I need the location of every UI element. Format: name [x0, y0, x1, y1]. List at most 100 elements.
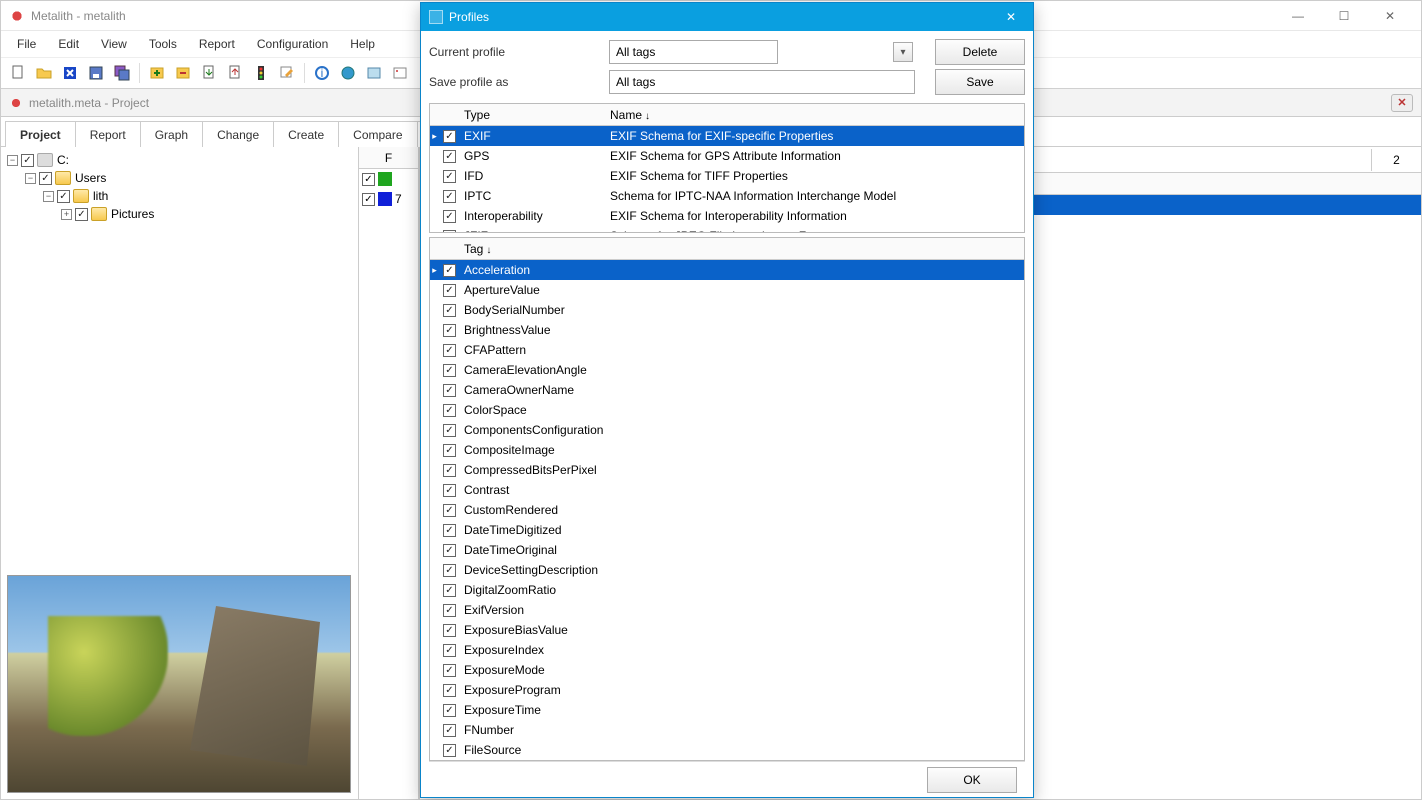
checkbox[interactable]: ✓ — [443, 684, 456, 697]
checkbox[interactable]: ✓ — [443, 724, 456, 737]
edit-icon[interactable] — [276, 62, 298, 84]
tag-row[interactable]: ✓Contrast — [430, 480, 1024, 500]
checkbox[interactable]: ✓ — [443, 664, 456, 677]
tag-row[interactable]: ✓ColorSpace — [430, 400, 1024, 420]
schema-row[interactable]: ✓IPTCSchema for IPTC-NAA Information Int… — [430, 186, 1024, 206]
close-project-icon[interactable] — [59, 62, 81, 84]
checkbox[interactable]: ✓ — [443, 484, 456, 497]
remove-icon[interactable] — [172, 62, 194, 84]
globe-icon[interactable] — [337, 62, 359, 84]
checkbox[interactable]: ✓ — [443, 264, 456, 277]
tag-row[interactable]: ✓ExposureProgram — [430, 680, 1024, 700]
folder-tree[interactable]: −✓C:−✓Users−✓lith+✓Pictures — [1, 147, 358, 547]
tag-row[interactable]: ✓CompositeImage — [430, 440, 1024, 460]
tag-row[interactable]: ✓DigitalZoomRatio — [430, 580, 1024, 600]
schema-grid[interactable]: Type Name↓ ▸✓EXIFEXIF Schema for EXIF-sp… — [429, 103, 1025, 233]
tag-row[interactable]: ✓CustomRendered — [430, 500, 1024, 520]
checkbox[interactable]: ✓ — [443, 170, 456, 183]
tree-node[interactable]: +✓Pictures — [7, 205, 352, 223]
tag-row[interactable]: ✓ExposureBiasValue — [430, 620, 1024, 640]
tag-header[interactable]: Tag↓ — [460, 242, 1024, 256]
file-row[interactable]: ✓7 — [359, 189, 418, 209]
checkbox[interactable]: ✓ — [443, 564, 456, 577]
menu-help[interactable]: Help — [340, 33, 385, 55]
tag-icon[interactable] — [389, 62, 411, 84]
traffic-icon[interactable] — [250, 62, 272, 84]
delete-button[interactable]: Delete — [935, 39, 1025, 65]
import-icon[interactable] — [198, 62, 220, 84]
tab-report[interactable]: Report — [75, 121, 141, 147]
checkbox[interactable]: ✓ — [443, 364, 456, 377]
schema-row[interactable]: ✓JFIFSchema for JPEG File Interchange Fo… — [430, 226, 1024, 232]
current-profile-select[interactable]: ▾ — [609, 40, 915, 64]
info-icon[interactable]: i — [311, 62, 333, 84]
tag-row[interactable]: ✓BodySerialNumber — [430, 300, 1024, 320]
menu-report[interactable]: Report — [189, 33, 245, 55]
tag-row[interactable]: ✓CameraOwnerName — [430, 380, 1024, 400]
checkbox[interactable]: ✓ — [443, 544, 456, 557]
maximize-button[interactable]: ☐ — [1321, 1, 1367, 31]
checkbox[interactable]: ✓ — [39, 172, 52, 185]
dialog-close-button[interactable]: ✕ — [997, 7, 1025, 27]
checkbox[interactable]: ✓ — [443, 324, 456, 337]
tag-row[interactable]: ▸✓Acceleration — [430, 260, 1024, 280]
collapse-icon[interactable]: − — [7, 155, 18, 166]
tag-row[interactable]: ✓CFAPattern — [430, 340, 1024, 360]
tag-grid[interactable]: Tag↓ ▸✓Acceleration✓ApertureValue✓BodySe… — [429, 237, 1025, 761]
checkbox[interactable]: ✓ — [443, 190, 456, 203]
tag-row[interactable]: ✓FileSource — [430, 740, 1024, 760]
tab-compare[interactable]: Compare — [338, 121, 417, 147]
tag-row[interactable]: ✓ExifVersion — [430, 600, 1024, 620]
checkbox[interactable]: ✓ — [362, 193, 375, 206]
checkbox[interactable]: ✓ — [443, 130, 456, 143]
checkbox[interactable]: ✓ — [443, 524, 456, 537]
tag-row[interactable]: ✓CameraElevationAngle — [430, 360, 1024, 380]
checkbox[interactable]: ✓ — [443, 604, 456, 617]
checkbox[interactable]: ✓ — [443, 504, 456, 517]
ok-button[interactable]: OK — [927, 767, 1017, 793]
checkbox[interactable]: ✓ — [75, 208, 88, 221]
export-icon[interactable] — [224, 62, 246, 84]
add-icon[interactable] — [146, 62, 168, 84]
checkbox[interactable]: ✓ — [443, 744, 456, 757]
menu-configuration[interactable]: Configuration — [247, 33, 338, 55]
save-all-icon[interactable] — [111, 62, 133, 84]
menu-file[interactable]: File — [7, 33, 46, 55]
tag-row[interactable]: ✓BrightnessValue — [430, 320, 1024, 340]
save-as-input[interactable] — [609, 70, 915, 94]
checkbox[interactable]: ✓ — [21, 154, 34, 167]
type-header[interactable]: Type — [460, 108, 606, 122]
tag-row[interactable]: ✓FNumber — [430, 720, 1024, 740]
tree-node[interactable]: −✓Users — [7, 169, 352, 187]
open-icon[interactable] — [33, 62, 55, 84]
menu-view[interactable]: View — [91, 33, 137, 55]
document-close-button[interactable]: ✕ — [1391, 94, 1413, 112]
tag-row[interactable]: ✓DeviceSettingDescription — [430, 560, 1024, 580]
menu-edit[interactable]: Edit — [48, 33, 89, 55]
schema-row[interactable]: ✓GPSEXIF Schema for GPS Attribute Inform… — [430, 146, 1024, 166]
tag-row[interactable]: ✓DateTimeOriginal — [430, 540, 1024, 560]
checkbox[interactable]: ✓ — [443, 424, 456, 437]
schema-row[interactable]: ✓InteroperabilityEXIF Schema for Interop… — [430, 206, 1024, 226]
save-button[interactable]: Save — [935, 69, 1025, 95]
schema-row[interactable]: ▸✓EXIFEXIF Schema for EXIF-specific Prop… — [430, 126, 1024, 146]
tag-row[interactable]: ✓DateTimeDigitized — [430, 520, 1024, 540]
current-profile-value[interactable] — [609, 40, 778, 64]
dialog-titlebar[interactable]: Profiles ✕ — [421, 3, 1033, 31]
tree-node[interactable]: −✓lith — [7, 187, 352, 205]
checkbox[interactable]: ✓ — [443, 624, 456, 637]
checkbox[interactable]: ✓ — [443, 344, 456, 357]
tag-row[interactable]: ✓CompressedBitsPerPixel — [430, 460, 1024, 480]
tag-row[interactable]: ✓ExposureTime — [430, 700, 1024, 720]
file-row[interactable]: ✓ — [359, 169, 418, 189]
checkbox[interactable]: ✓ — [443, 384, 456, 397]
expand-icon[interactable]: + — [61, 209, 72, 220]
checkbox[interactable]: ✓ — [443, 304, 456, 317]
checkbox[interactable]: ✓ — [443, 704, 456, 717]
tab-create[interactable]: Create — [273, 121, 339, 147]
tag-row[interactable]: ✓ExposureMode — [430, 660, 1024, 680]
schema-row[interactable]: ✓IFDEXIF Schema for TIFF Properties — [430, 166, 1024, 186]
checkbox[interactable]: ✓ — [57, 190, 70, 203]
tab-graph[interactable]: Graph — [140, 121, 203, 147]
checkbox[interactable]: ✓ — [443, 150, 456, 163]
